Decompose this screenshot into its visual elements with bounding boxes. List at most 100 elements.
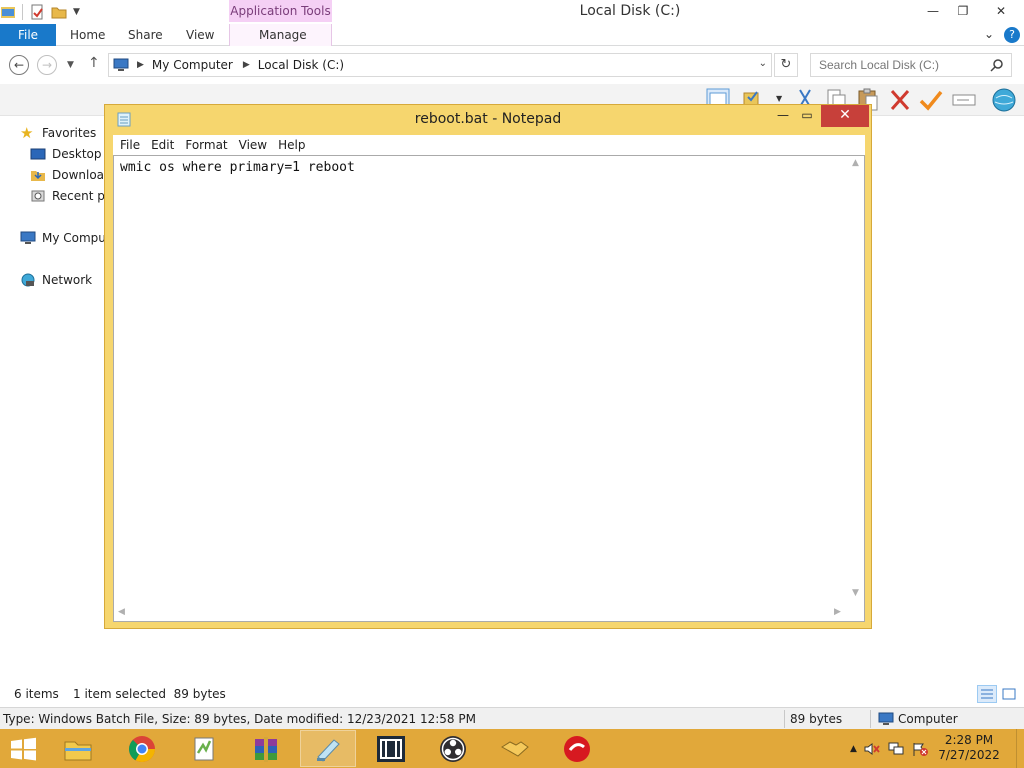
file-explorer-icon xyxy=(64,741,92,760)
show-hidden-icons-icon[interactable]: ▲ xyxy=(850,744,857,754)
explorer-title-bar: ▼ Application Tools Local Disk (C:) — ❐ … xyxy=(0,0,1024,24)
taskbar-winrar[interactable] xyxy=(238,730,294,767)
address-bar[interactable]: ▶ My Computer ▶ Local Disk (C:) ⌄ xyxy=(108,53,772,77)
location-label: Computer xyxy=(898,712,958,726)
downloads-folder-icon xyxy=(31,171,45,181)
breadcrumb-my-computer[interactable]: My Computer xyxy=(152,58,233,72)
clock-date: 7/27/2022 xyxy=(938,748,1000,762)
breadcrumb-local-disk[interactable]: Local Disk (C:) xyxy=(258,58,344,72)
menu-file[interactable]: File xyxy=(120,138,140,152)
toolbar-dropdown-chevron-icon[interactable]: ▼ xyxy=(776,94,782,103)
notepad-icon xyxy=(317,738,340,762)
trend-micro-icon xyxy=(564,735,590,762)
breadcrumb-chevron-icon[interactable]: ▶ xyxy=(243,60,250,70)
handshake-icon xyxy=(501,740,529,757)
film-icon xyxy=(377,735,405,762)
globe-icon[interactable] xyxy=(991,87,1017,113)
volume-muted-icon[interactable] xyxy=(863,741,881,757)
tab-manage[interactable]: Manage xyxy=(259,24,307,46)
nav-item-my-computer[interactable]: My Comput xyxy=(20,228,111,248)
notepad-maximize-button[interactable]: ▭ xyxy=(793,105,821,127)
nav-item-downloads[interactable]: Download xyxy=(30,165,112,185)
menu-edit[interactable]: Edit xyxy=(151,138,174,152)
notepad-window: reboot.bat - Notepad — ▭ ✕ File Edit For… xyxy=(104,104,872,629)
file-details: Type: Windows Batch File, Size: 89 bytes… xyxy=(3,712,476,726)
taskbar-obs[interactable] xyxy=(425,730,481,767)
notepad-content[interactable]: wmic os where primary=1 reboot xyxy=(120,160,355,175)
notepad-plus-plus-icon xyxy=(194,737,214,760)
breadcrumb-chevron-icon[interactable]: ▶ xyxy=(137,60,144,70)
winrar-icon xyxy=(255,736,277,762)
close-button[interactable]: ✕ xyxy=(978,0,1024,22)
taskbar-trend-micro[interactable] xyxy=(549,730,605,767)
computer-icon xyxy=(878,712,894,725)
menu-help[interactable]: Help xyxy=(278,138,305,152)
taskbar-file-explorer[interactable] xyxy=(50,730,106,767)
scroll-down-icon[interactable]: ▼ xyxy=(852,588,859,598)
horizontal-scrollbar[interactable]: ◀ ▶ xyxy=(114,604,848,621)
taskbar-notepad[interactable] xyxy=(300,730,356,767)
taskbar: ▲ 2:28 PM 7/27/2022 xyxy=(0,729,1024,768)
address-row: ← → ▼ ↑ ▶ My Computer ▶ Local Disk (C:) … xyxy=(0,46,1024,84)
file-size: 89 bytes xyxy=(790,712,843,726)
windows-start-icon[interactable] xyxy=(8,737,38,761)
nav-item-recent-places[interactable]: Recent pla xyxy=(30,186,116,206)
back-button[interactable]: ← xyxy=(9,55,29,75)
explorer-app-icon[interactable] xyxy=(0,4,16,20)
scroll-left-icon[interactable]: ◀ xyxy=(118,607,125,617)
explorer-window-controls: — ❐ ✕ xyxy=(918,0,1024,22)
large-icons-view-button[interactable] xyxy=(999,685,1019,703)
details-bar: Type: Windows Batch File, Size: 89 bytes… xyxy=(0,707,1024,729)
star-icon: ★ xyxy=(20,124,34,142)
search-input[interactable] xyxy=(810,53,1012,77)
large-icons-view-icon xyxy=(1002,688,1016,700)
rename-icon[interactable] xyxy=(951,87,977,113)
scroll-right-icon[interactable]: ▶ xyxy=(834,607,841,617)
search-icon[interactable] xyxy=(990,58,1004,72)
nav-item-desktop[interactable]: Desktop xyxy=(30,144,102,164)
nav-item-label: Favorites xyxy=(42,126,97,140)
forward-button[interactable]: → xyxy=(37,55,57,75)
taskbar-notepad-plus-plus[interactable] xyxy=(176,730,232,767)
notepad-close-button[interactable]: ✕ xyxy=(821,105,869,127)
tab-share[interactable]: Share xyxy=(128,24,163,46)
taskbar-chrome[interactable] xyxy=(114,730,170,767)
refresh-button[interactable]: ↻ xyxy=(774,53,798,77)
menu-format[interactable]: Format xyxy=(185,138,227,152)
tab-home[interactable]: Home xyxy=(70,24,105,46)
properties-icon[interactable] xyxy=(29,4,45,20)
recent-locations-chevron-icon[interactable]: ▼ xyxy=(67,60,74,70)
expand-ribbon-chevron-icon[interactable]: ⌄ xyxy=(984,27,994,43)
explorer-status-bar: 6 items 1 item selected 89 bytes xyxy=(0,683,1024,705)
menu-view[interactable]: View xyxy=(239,138,267,152)
scroll-up-icon[interactable]: ▲ xyxy=(852,158,859,168)
checkmark-icon[interactable] xyxy=(918,87,944,113)
maximize-button[interactable]: ❐ xyxy=(948,0,978,22)
minimize-button[interactable]: — xyxy=(918,0,948,22)
notepad-text-area[interactable]: wmic os where primary=1 reboot ▲ ▼ ◀ ▶ xyxy=(113,155,865,622)
network-tray-icon[interactable] xyxy=(887,741,905,757)
help-icon[interactable]: ? xyxy=(1004,27,1020,43)
clock-time: 2:28 PM xyxy=(944,733,994,747)
delete-icon[interactable] xyxy=(887,87,913,113)
nav-item-network[interactable]: Network xyxy=(20,270,92,290)
nav-item-label: Network xyxy=(42,273,93,287)
desktop-icon xyxy=(30,148,46,160)
ribbon-tab-bar: File Home Share View Manage ⌄ ? xyxy=(0,24,1024,46)
address-dropdown-icon[interactable]: ⌄ xyxy=(759,58,767,69)
details-view-button[interactable] xyxy=(977,685,997,703)
nav-item-favorites[interactable]: ★ Favorites xyxy=(20,123,96,143)
action-center-flag-icon[interactable] xyxy=(911,741,929,757)
tab-file[interactable]: File xyxy=(0,24,56,46)
notepad-menu-bar: File Edit Format View Help xyxy=(113,135,865,155)
taskbar-clock[interactable]: 2:28 PM 7/27/2022 xyxy=(934,733,1004,763)
qat-customize-chevron-icon[interactable]: ▼ xyxy=(73,7,80,17)
tab-view[interactable]: View xyxy=(186,24,214,46)
taskbar-media-player[interactable] xyxy=(363,730,419,767)
up-button[interactable]: ↑ xyxy=(88,55,100,71)
new-folder-icon[interactable] xyxy=(51,4,67,20)
notepad-title-bar: reboot.bat - Notepad — ▭ ✕ xyxy=(105,105,871,133)
show-desktop-button[interactable] xyxy=(1016,729,1024,768)
taskbar-handshake-app[interactable] xyxy=(487,730,543,767)
vertical-scrollbar[interactable]: ▲ ▼ xyxy=(848,156,864,604)
